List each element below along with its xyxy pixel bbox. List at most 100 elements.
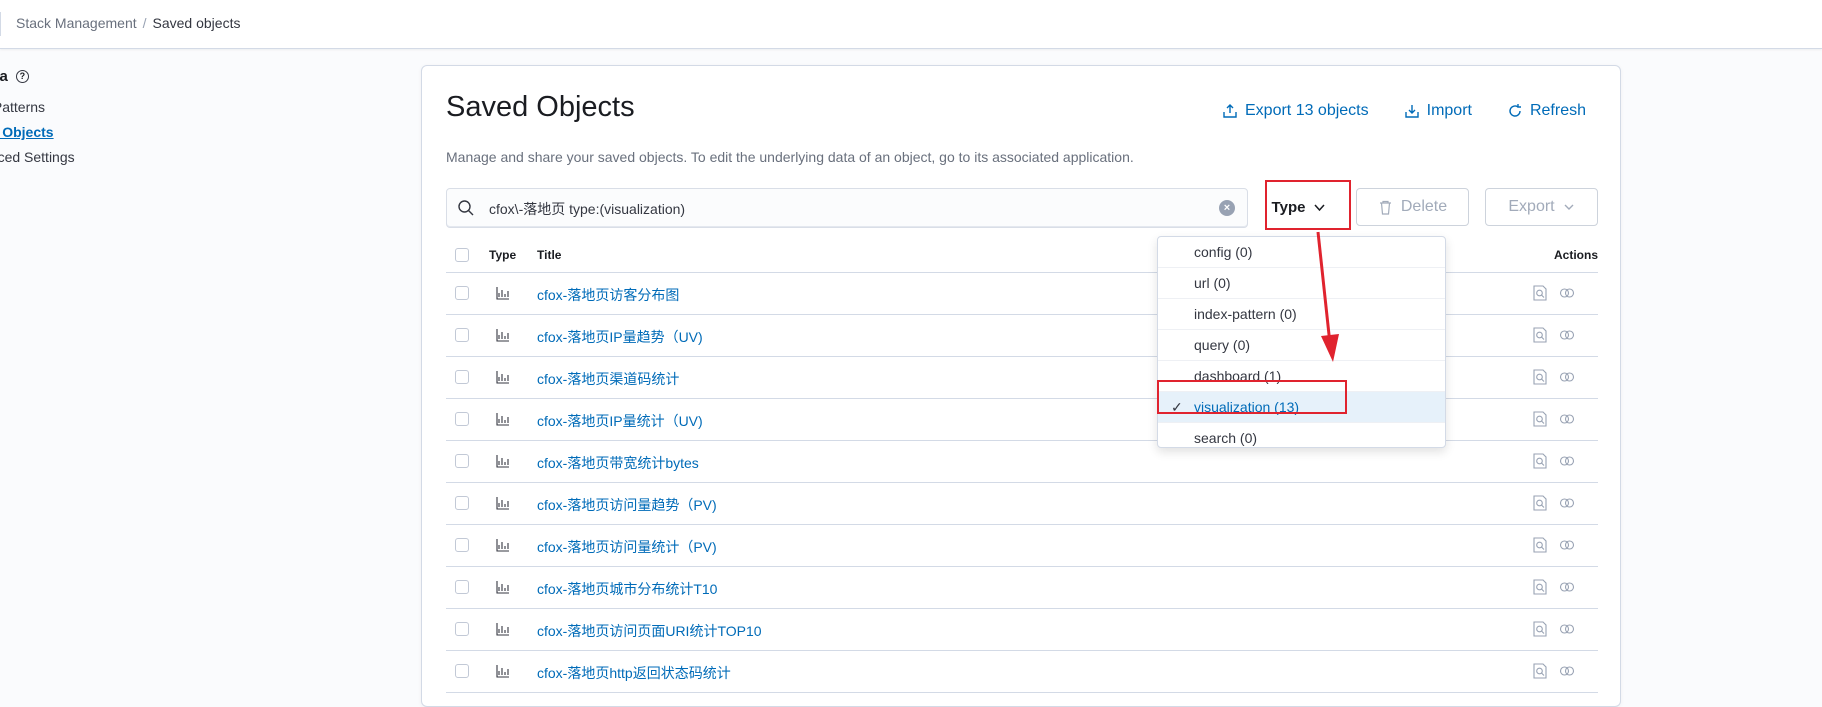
row-title-link[interactable]: cfox-落地页访问页面URI统计TOP10 xyxy=(537,621,762,641)
row-checkbox[interactable] xyxy=(455,286,469,300)
type-option-search[interactable]: search (0) xyxy=(1158,423,1445,453)
search-box: × xyxy=(446,188,1248,229)
select-all-checkbox[interactable] xyxy=(455,248,469,262)
refresh-icon xyxy=(1509,104,1521,117)
side-nav: ana ? x Patterns ed Objects anced Settin… xyxy=(0,68,200,170)
search-input[interactable] xyxy=(487,189,1211,229)
relationships-icon[interactable] xyxy=(1558,494,1576,512)
import-button[interactable]: Import xyxy=(1404,102,1472,120)
nav-item-saved-objects[interactable]: ed Objects xyxy=(0,120,200,145)
relationships-icon[interactable] xyxy=(1558,368,1576,386)
inspect-icon[interactable] xyxy=(1531,410,1549,428)
breadcrumb-saved-objects: Saved objects xyxy=(152,15,241,31)
nav-group-label: ana xyxy=(0,68,8,85)
inspect-icon[interactable] xyxy=(1531,368,1549,386)
row-checkbox[interactable] xyxy=(455,412,469,426)
inspect-icon[interactable] xyxy=(1531,536,1549,554)
visualization-icon xyxy=(496,581,509,594)
row-title-link[interactable]: cfox-落地页http返回状态码统计 xyxy=(537,663,731,683)
type-option-label: index-pattern (0) xyxy=(1194,306,1297,322)
relationships-icon[interactable] xyxy=(1558,536,1576,554)
table-row: cfox-落地页城市分布统计T10 xyxy=(446,567,1598,609)
relationships-icon[interactable] xyxy=(1558,620,1576,638)
help-icon[interactable]: ? xyxy=(15,70,29,83)
page-title: Saved Objects xyxy=(446,91,635,123)
inspect-icon[interactable] xyxy=(1531,620,1549,638)
relationships-icon[interactable] xyxy=(1558,326,1576,344)
type-filter-highlight xyxy=(1265,180,1351,230)
row-checkbox[interactable] xyxy=(455,664,469,678)
export-all-label: Export 13 objects xyxy=(1245,102,1369,119)
visualization-icon xyxy=(496,413,509,426)
row-checkbox[interactable] xyxy=(455,580,469,594)
relationships-icon[interactable] xyxy=(1558,452,1576,470)
breadcrumb-separator: / xyxy=(142,15,147,31)
table-row: cfox-落地页访问页面URI统计TOP10 xyxy=(446,609,1598,651)
relationships-icon[interactable] xyxy=(1558,410,1576,428)
inspect-icon[interactable] xyxy=(1531,326,1549,344)
row-title-link[interactable]: cfox-落地页IP量统计（UV) xyxy=(537,411,703,431)
row-checkbox[interactable] xyxy=(455,622,469,636)
nav-group-kibana: ana ? xyxy=(0,68,200,85)
row-checkbox[interactable] xyxy=(455,454,469,468)
top-header: Stack Management / Saved objects xyxy=(0,0,1822,49)
row-title-link[interactable]: cfox-落地页带宽统计bytes xyxy=(537,453,699,473)
visualization-icon xyxy=(496,455,509,468)
visualization-icon xyxy=(496,539,509,552)
relationships-icon[interactable] xyxy=(1558,578,1576,596)
clear-icon[interactable]: × xyxy=(1219,200,1235,216)
export-all-button[interactable]: Export 13 objects xyxy=(1222,102,1369,120)
inspect-icon[interactable] xyxy=(1531,452,1549,470)
inspect-icon[interactable] xyxy=(1531,494,1549,512)
header-actions: Export 13 objects Import Refresh xyxy=(1222,102,1586,120)
breadcrumb: Stack Management / Saved objects xyxy=(16,15,240,31)
row-checkbox[interactable] xyxy=(455,370,469,384)
inspect-icon[interactable] xyxy=(1531,284,1549,302)
row-title-link[interactable]: cfox-落地页访问量趋势（PV) xyxy=(537,495,717,515)
type-option-label: url (0) xyxy=(1194,275,1231,291)
delete-label: Delete xyxy=(1400,198,1448,215)
export-selected-button[interactable]: Export xyxy=(1485,188,1598,226)
visualization-icon xyxy=(496,287,509,300)
nav-item-index-patterns[interactable]: x Patterns xyxy=(0,95,200,120)
chevron-down-icon xyxy=(1564,204,1574,210)
search-icon xyxy=(458,200,474,216)
visualization-icon xyxy=(496,665,509,678)
row-checkbox[interactable] xyxy=(455,496,469,510)
refresh-button[interactable]: Refresh xyxy=(1507,102,1586,120)
visualization-icon xyxy=(496,371,509,384)
type-option-label: query (0) xyxy=(1194,337,1251,353)
selected-option-highlight xyxy=(1157,380,1347,414)
table-row: cfox-落地页访问量统计（PV) xyxy=(446,525,1598,567)
column-actions: Actions xyxy=(1553,248,1598,262)
trash-icon xyxy=(1379,200,1391,215)
row-title-link[interactable]: cfox-落地页渠道码统计 xyxy=(537,369,679,389)
import-icon xyxy=(1404,105,1419,118)
column-title[interactable]: Title xyxy=(537,248,561,262)
row-title-link[interactable]: cfox-落地页访问量统计（PV) xyxy=(537,537,717,557)
column-type: Type xyxy=(489,248,517,262)
row-title-link[interactable]: cfox-落地页访客分布图 xyxy=(537,285,679,305)
inspect-icon[interactable] xyxy=(1531,662,1549,680)
relationships-icon[interactable] xyxy=(1558,284,1576,302)
import-label: Import xyxy=(1426,102,1472,119)
relationships-icon[interactable] xyxy=(1558,662,1576,680)
export-icon xyxy=(1223,104,1237,118)
visualization-icon xyxy=(496,497,509,510)
breadcrumb-stack-management[interactable]: Stack Management xyxy=(16,15,137,31)
table-row: cfox-落地页访问量趋势（PV) xyxy=(446,483,1598,525)
page-description: Manage and share your saved objects. To … xyxy=(446,149,1134,165)
row-title-link[interactable]: cfox-落地页IP量趋势（UV) xyxy=(537,327,703,347)
inspect-icon[interactable] xyxy=(1531,578,1549,596)
row-checkbox[interactable] xyxy=(455,328,469,342)
type-option-label: search (0) xyxy=(1194,430,1258,446)
row-checkbox[interactable] xyxy=(455,538,469,552)
type-option-label: config (0) xyxy=(1194,244,1253,260)
visualization-icon xyxy=(496,623,509,636)
table-row: cfox-落地页http返回状态码统计 xyxy=(446,651,1598,693)
nav-item-advanced-settings[interactable]: anced Settings xyxy=(0,145,200,170)
delete-button[interactable]: Delete xyxy=(1356,188,1469,226)
row-title-link[interactable]: cfox-落地页城市分布统计T10 xyxy=(537,579,717,599)
export-selected-label: Export xyxy=(1508,198,1555,215)
visualization-icon xyxy=(496,329,509,342)
